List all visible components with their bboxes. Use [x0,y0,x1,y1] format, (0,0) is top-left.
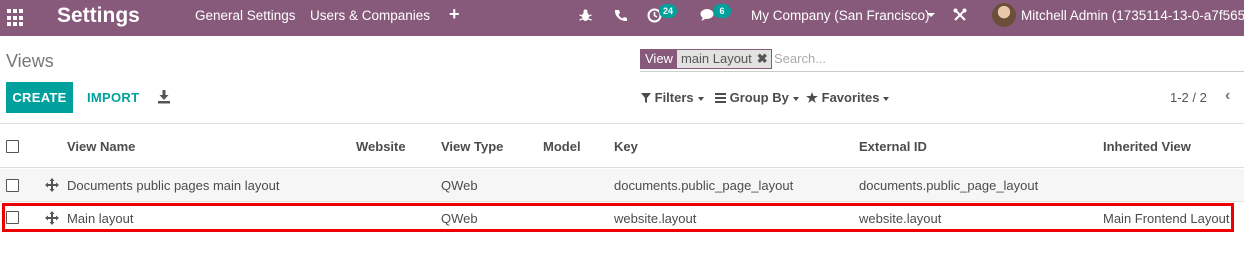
activity-badge: 24 [659,4,678,18]
cell-view-type: QWeb [441,178,478,193]
column-header[interactable]: External ID [859,140,927,154]
top-navbar: Settings General Settings Users & Compan… [0,0,1244,36]
drag-handle-icon[interactable] [44,177,60,193]
phone-icon[interactable] [614,9,627,22]
drag-handle-icon[interactable] [44,210,60,226]
chevron-down-icon [697,96,704,101]
table-header: View Name Website View Type Model Key Ex… [0,124,1244,168]
create-button[interactable]: CREATE [6,82,73,113]
cell-inherited-view: Main Frontend Layout [1103,211,1230,226]
menu-users-companies[interactable]: Users & Companies [310,8,430,24]
apps-grid-icon[interactable] [7,9,25,27]
facet-label: View [641,50,677,68]
cell-view-name: Main layout [67,211,134,226]
breadcrumb: Views [6,51,54,71]
messages-badge: 6 [713,4,731,18]
chevron-down-icon [792,96,799,101]
user-menu[interactable]: Mitchell Admin (1735114-13-0-a7f565- [1021,8,1244,24]
list-icon [715,93,726,103]
filters-dropdown[interactable]: Filters [641,90,704,106]
cell-view-type: QWeb [441,211,478,226]
search-bar[interactable]: View main Layout ✖ Search... [640,48,1244,72]
filter-icon [641,93,651,103]
select-all-checkbox[interactable] [6,140,19,153]
column-header[interactable]: Model [543,140,581,154]
search-facet: View main Layout ✖ [640,49,772,69]
chevron-down-icon [883,96,890,101]
cell-external-id: documents.public_page_layout [859,178,1039,193]
groupby-dropdown[interactable]: Group By [715,90,799,106]
cell-view-name: Documents public pages main layout [67,178,280,193]
groupby-label: Group By [729,90,789,105]
add-menu-button[interactable]: + [449,5,460,23]
favorites-label: Favorites [821,90,880,105]
column-header[interactable]: Website [356,140,406,154]
row-checkbox[interactable] [6,179,19,192]
avatar[interactable] [992,3,1016,27]
wrench-icon[interactable] [953,8,967,22]
table-row[interactable]: Documents public pages main layout QWeb … [0,169,1244,202]
cell-key: website.layout [614,211,697,226]
row-checkbox[interactable] [6,211,19,224]
column-header[interactable]: Inherited View [1103,140,1191,154]
cell-external-id: website.layout [859,211,942,226]
cell-key: documents.public_page_layout [614,178,794,193]
company-switcher[interactable]: My Company (San Francisco) [751,8,930,24]
bug-icon[interactable] [579,9,592,22]
column-header[interactable]: View Name [67,140,135,154]
pager-value[interactable]: 1-2 / 2 [1170,90,1207,106]
download-icon[interactable] [157,89,171,105]
facet-value: main Layout [676,50,756,68]
filters-label: Filters [654,90,694,105]
app-title[interactable]: Settings [57,3,140,29]
chevron-left-icon[interactable]: ‹ [1225,88,1230,104]
import-button[interactable]: IMPORT [87,90,139,106]
search-input[interactable]: Search... [774,51,826,67]
chevron-down-icon[interactable] [927,13,935,17]
close-icon[interactable]: ✖ [755,50,771,68]
column-header[interactable]: Key [614,140,638,154]
favorites-dropdown[interactable]: Favorites [806,90,890,106]
star-icon [806,92,818,103]
menu-general-settings[interactable]: General Settings [195,8,296,24]
table-row[interactable]: Main layout QWeb website.layout website.… [0,202,1244,235]
column-header[interactable]: View Type [441,140,503,154]
